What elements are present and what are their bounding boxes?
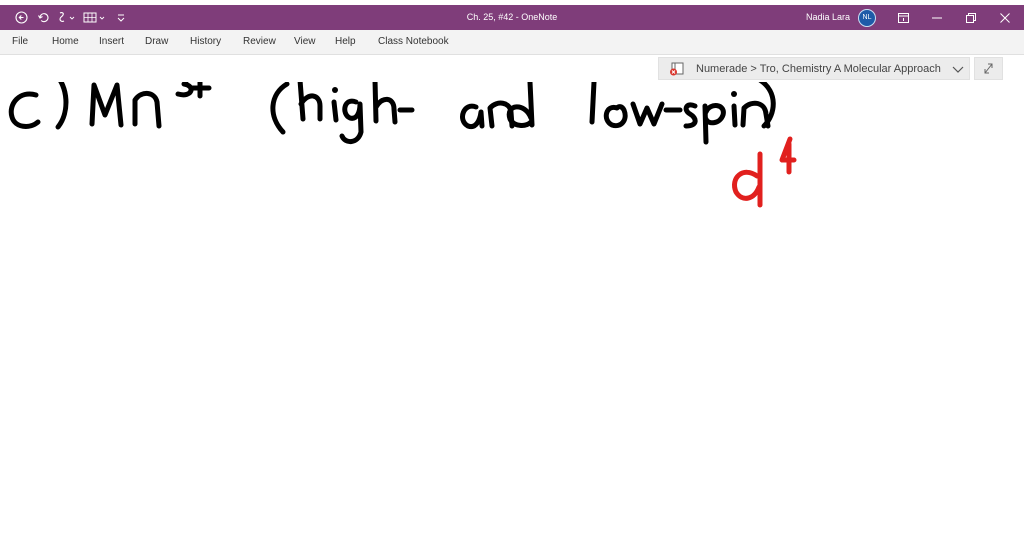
menu-insert[interactable]: Insert (99, 30, 124, 54)
menu-help[interactable]: Help (335, 30, 356, 54)
expand-button[interactable] (974, 57, 1003, 80)
chevron-down-icon[interactable] (951, 62, 965, 76)
menu-review[interactable]: Review (243, 30, 276, 54)
avatar[interactable]: NL (858, 9, 876, 27)
note-canvas[interactable] (0, 71, 1024, 550)
minimize-icon[interactable] (920, 5, 954, 30)
menu-home[interactable]: Home (52, 30, 79, 54)
notebook-navigation[interactable]: Numerade > Tro, Chemistry A Molecular Ap… (658, 57, 970, 80)
menu-draw[interactable]: Draw (145, 30, 168, 54)
close-icon[interactable] (988, 5, 1022, 30)
user-name[interactable]: Nadia Lara (806, 5, 850, 30)
notebook-breadcrumb: Numerade > Tro, Chemistry A Molecular Ap… (696, 63, 941, 75)
menu-history[interactable]: History (190, 30, 221, 54)
menu-file[interactable]: File (12, 30, 28, 54)
title-bar: Ch. 25, #42 - OneNote Nadia Lara NL (0, 5, 1024, 30)
handwritten-annotation (732, 136, 797, 208)
expand-icon (984, 63, 993, 74)
menu-view[interactable]: View (294, 30, 316, 54)
restore-icon[interactable] (954, 5, 988, 30)
menu-bar: File Home Insert Draw History Review Vie… (0, 30, 1024, 55)
handwritten-ink-dots (332, 87, 737, 97)
notebook-sync-error-icon (669, 62, 685, 76)
handwritten-line (8, 71, 776, 145)
menu-class-notebook[interactable]: Class Notebook (378, 30, 449, 54)
display-options-icon[interactable] (886, 5, 920, 30)
